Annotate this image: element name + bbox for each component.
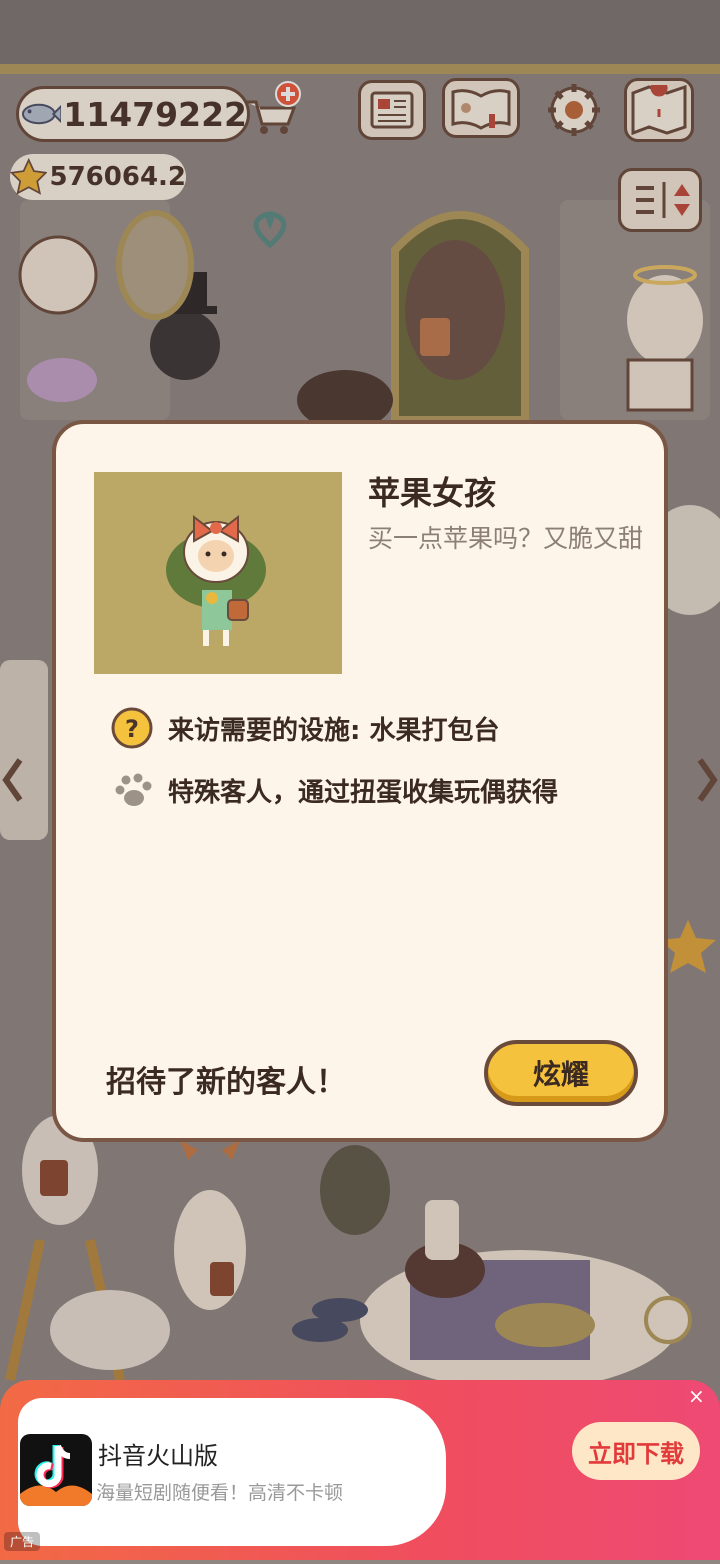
guest-description: 买一点苹果吗？又脆又甜: [368, 524, 644, 553]
required-facility-text: 来访需要的设施: 水果打包台: [168, 715, 500, 746]
question-icon: ?: [111, 707, 153, 749]
ad-app-name: 抖音火山版: [98, 1442, 218, 1470]
guest-name: 苹果女孩: [368, 474, 497, 512]
ad-banner[interactable]: 抖音火山版 海量短剧随便看！高清不卡顿 立即下载 × 广告: [0, 1380, 720, 1560]
ad-close-icon[interactable]: ×: [688, 1384, 705, 1408]
douyin-app-logo: [20, 1434, 92, 1506]
new-guest-dialog: 苹果女孩 买一点苹果吗？又脆又甜 ? 来访需要的设施: 水果打包台 特殊客人，通…: [52, 420, 668, 1142]
guest-portrait: [94, 472, 342, 674]
special-guest-row: 特殊客人，通过扭蛋收集玩偶获得: [110, 770, 558, 810]
show-off-button[interactable]: 炫耀: [484, 1040, 638, 1106]
tiktok-note-icon: [20, 1444, 92, 1506]
required-facility-row: ? 来访需要的设施: 水果打包台: [110, 706, 499, 750]
paw-icon: [115, 773, 152, 806]
new-guest-message: 招待了新的客人！: [106, 1065, 346, 1100]
ad-card[interactable]: 抖音火山版 海量短剧随便看！高清不卡顿: [18, 1398, 446, 1546]
apple-girl-sheep-illustration: [166, 514, 266, 646]
special-guest-text: 特殊客人，通过扭蛋收集玩偶获得: [168, 777, 559, 808]
ad-label: 广告: [4, 1532, 41, 1551]
ad-download-button[interactable]: 立即下载: [572, 1422, 700, 1480]
ad-subtitle: 海量短剧随便看！高清不卡顿: [96, 1482, 344, 1504]
svg-text:?: ?: [125, 715, 139, 743]
